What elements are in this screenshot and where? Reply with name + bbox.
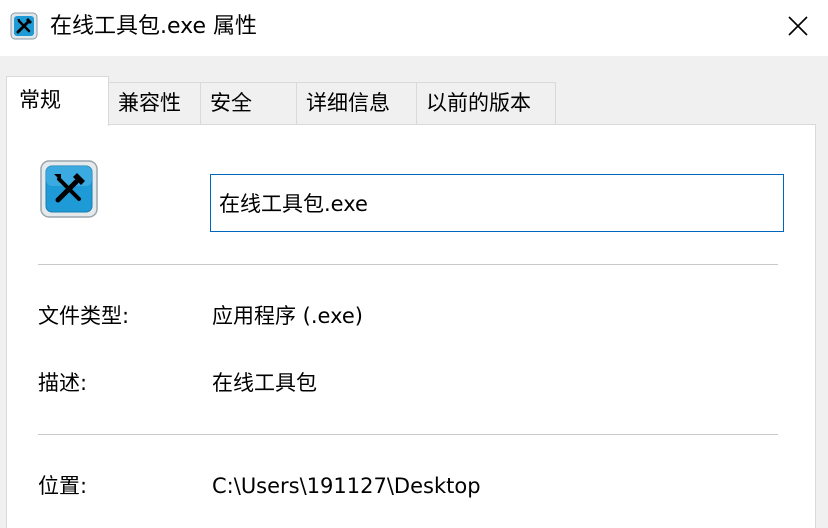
tab-compatibility[interactable]: 兼容性 bbox=[108, 82, 201, 124]
close-button[interactable] bbox=[768, 0, 828, 52]
tab-general[interactable]: 常规 bbox=[6, 76, 109, 126]
location-value: C:\Users\191127\Desktop bbox=[212, 474, 481, 498]
properties-dialog: 在线工具包.exe 属性 常规 兼容性 安全 详细信息 以前的版本 文件类型: … bbox=[0, 0, 828, 528]
location-label: 位置: bbox=[38, 474, 88, 498]
tab-security[interactable]: 安全 bbox=[200, 82, 297, 124]
title-bar: 在线工具包.exe 属性 bbox=[0, 0, 828, 56]
tools-icon bbox=[10, 12, 38, 40]
tab-previous-versions[interactable]: 以前的版本 bbox=[416, 82, 556, 124]
description-value: 在线工具包 bbox=[212, 371, 317, 395]
file-type-value: 应用程序 (.exe) bbox=[212, 304, 363, 328]
divider bbox=[38, 264, 778, 265]
file-name-input[interactable] bbox=[210, 174, 784, 232]
window-title: 在线工具包.exe 属性 bbox=[50, 14, 258, 39]
divider bbox=[38, 434, 778, 435]
close-icon bbox=[788, 16, 808, 36]
description-label: 描述: bbox=[38, 371, 88, 395]
tools-icon bbox=[40, 160, 98, 218]
tab-details[interactable]: 详细信息 bbox=[296, 82, 417, 124]
file-type-label: 文件类型: bbox=[38, 304, 130, 328]
